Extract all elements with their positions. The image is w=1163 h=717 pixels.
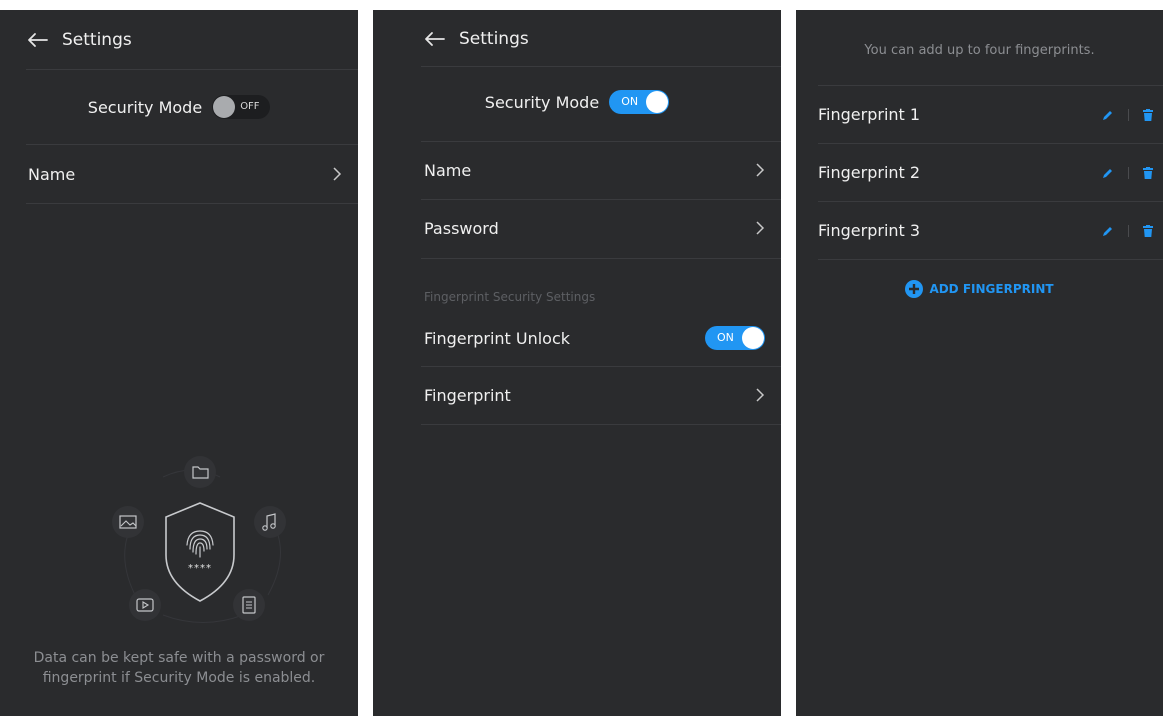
fingerprint-unlock-label: Fingerprint Unlock xyxy=(424,328,571,348)
security-mode-label: Security Mode xyxy=(484,92,600,112)
divider xyxy=(818,259,1163,260)
fingerprint-label: Fingerprint xyxy=(424,385,511,405)
fingerprint-list-panel: You can add up to four fingerprints. Fin… xyxy=(796,10,1163,716)
add-fingerprint-label: ADD FINGERPRINT xyxy=(929,282,1054,296)
password-mask: **** xyxy=(188,563,212,574)
action-separator xyxy=(1128,224,1129,237)
name-label: Name xyxy=(28,164,76,184)
security-mode-row: Security Mode ON xyxy=(373,90,781,114)
add-fingerprint-button[interactable]: ADD FINGERPRINT xyxy=(796,280,1163,298)
fingerprint-section-title: Fingerprint Security Settings xyxy=(424,290,596,304)
password-item[interactable]: Password xyxy=(424,200,765,256)
edit-icon[interactable] xyxy=(1102,167,1114,179)
document-icon xyxy=(233,589,265,621)
action-separator xyxy=(1128,108,1129,121)
page-title: Settings xyxy=(62,30,132,50)
password-label: Password xyxy=(424,218,499,238)
settings-panel-security-off: Settings Security Mode OFF Name **** Dat… xyxy=(0,10,358,716)
back-arrow-icon[interactable] xyxy=(423,31,445,47)
delete-icon[interactable] xyxy=(1143,224,1153,237)
security-mode-toggle[interactable]: OFF xyxy=(212,95,271,119)
security-hint-text: Data can be kept safe with a password or… xyxy=(33,650,325,686)
header: Settings xyxy=(423,10,781,68)
video-icon xyxy=(129,589,161,621)
name-item[interactable]: Name xyxy=(424,142,765,198)
toggle-state: ON xyxy=(717,331,734,344)
toggle-state: OFF xyxy=(240,101,260,112)
divider xyxy=(421,258,781,259)
divider xyxy=(26,69,358,70)
fingerprint-name: Fingerprint 3 xyxy=(818,221,921,240)
settings-panel-security-on: Settings Security Mode ON Name Password … xyxy=(373,10,781,716)
divider xyxy=(421,66,781,67)
toggle-knob xyxy=(213,96,236,118)
fingerprint-unlock-toggle[interactable]: ON xyxy=(705,326,765,350)
header: Settings xyxy=(26,10,358,70)
edit-icon[interactable] xyxy=(1102,109,1114,121)
toggle-state: ON xyxy=(621,95,639,108)
fingerprint-item[interactable]: Fingerprint xyxy=(424,367,765,423)
security-mode-row: Security Mode OFF xyxy=(0,95,358,119)
security-mode-toggle[interactable]: ON xyxy=(609,90,670,114)
fingerprint-unlock-row: Fingerprint Unlock ON xyxy=(424,310,765,366)
plus-circle-icon xyxy=(905,280,924,298)
fingerprint-limit-info: You can add up to four fingerprints. xyxy=(864,43,1095,58)
security-illustration: **** xyxy=(112,456,286,623)
back-arrow-icon[interactable] xyxy=(26,32,48,48)
image-icon xyxy=(112,506,144,538)
action-separator xyxy=(1128,166,1129,179)
folder-icon xyxy=(184,456,216,488)
divider xyxy=(26,203,358,204)
toggle-knob xyxy=(646,91,669,113)
security-mode-label: Security Mode xyxy=(87,97,203,117)
fingerprint-name: Fingerprint 2 xyxy=(818,163,921,182)
fingerprint-name: Fingerprint 1 xyxy=(818,105,921,124)
delete-icon[interactable] xyxy=(1143,108,1153,121)
chevron-right-icon xyxy=(756,221,765,235)
fingerprint-row-1: Fingerprint 1 xyxy=(818,86,1153,143)
divider xyxy=(421,424,781,425)
chevron-right-icon xyxy=(756,388,765,402)
name-item[interactable]: Name xyxy=(28,145,342,203)
fingerprint-row-2: Fingerprint 2 xyxy=(818,144,1153,201)
toggle-knob xyxy=(742,327,764,349)
name-label: Name xyxy=(424,160,472,180)
delete-icon[interactable] xyxy=(1143,166,1153,179)
chevron-right-icon xyxy=(756,163,765,177)
music-icon xyxy=(254,506,286,538)
page-title: Settings xyxy=(459,29,529,49)
edit-icon[interactable] xyxy=(1102,225,1114,237)
chevron-right-icon xyxy=(333,167,342,181)
fingerprint-row-3: Fingerprint 3 xyxy=(818,202,1153,259)
